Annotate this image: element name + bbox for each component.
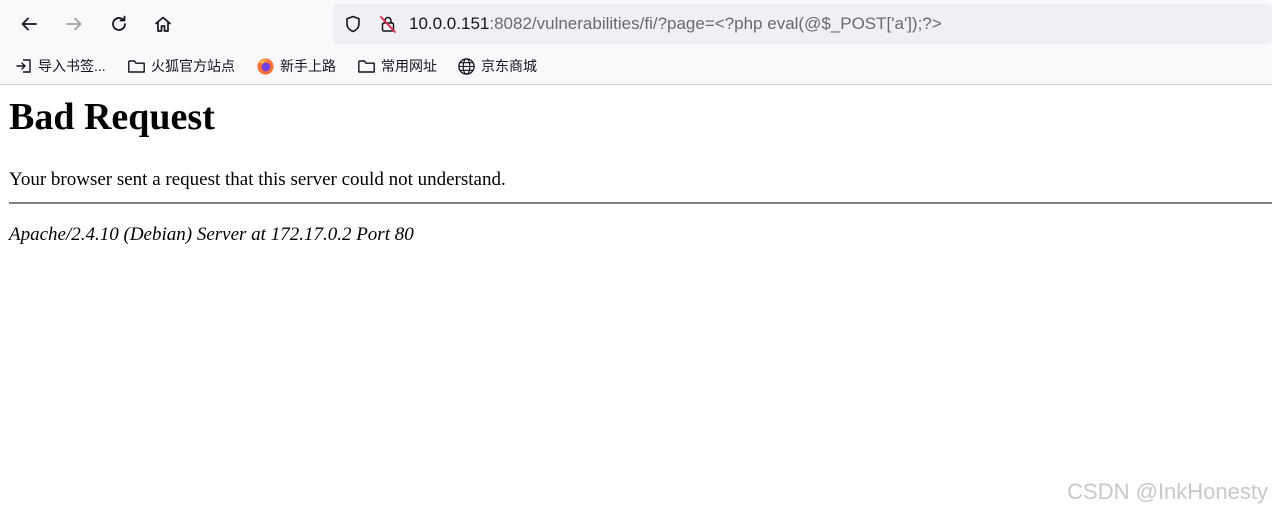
divider [9,202,1272,204]
error-message: Your browser sent a request that this se… [9,169,506,190]
page-title: Bad Request [9,96,215,138]
globe-icon [458,57,475,75]
bookmark-label: 京东商城 [481,58,537,74]
bookmark-label: 火狐官方站点 [151,58,235,74]
url-path: :8082/vulnerabilities/fi/?page=<?php eva… [489,14,942,33]
home-icon [155,16,171,32]
bookmark-firefox-site[interactable]: 火狐官方站点 [127,48,235,84]
bookmark-label: 导入书签... [38,58,106,74]
server-signature: Apache/2.4.10 (Debian) Server at 172.17.… [9,224,414,245]
arrow-left-icon [21,17,37,31]
url-host: 10.0.0.151 [409,14,490,33]
arrow-right-icon [66,17,82,31]
back-button[interactable] [13,8,45,40]
bookmark-getting-started[interactable]: 新手上路 [256,48,336,84]
forward-button[interactable] [58,8,90,40]
bookmark-import[interactable]: 导入书签... [15,48,106,84]
browser-toolbar: 10.0.0.151:8082/vulnerabilities/fi/?page… [0,0,1272,48]
folder-icon [358,60,375,73]
bookmark-common-sites[interactable]: 常用网址 [357,48,437,84]
bookmark-label: 常用网址 [381,58,437,74]
home-button[interactable] [147,8,179,40]
folder-icon [128,60,145,73]
bookmarks-toolbar: 导入书签... 火狐官方站点 新手上路 常用网址 京东商城 [0,48,1272,85]
url-text[interactable]: 10.0.0.151:8082/vulnerabilities/fi/?page… [409,4,942,44]
shield-icon[interactable] [343,14,363,34]
import-icon [16,59,31,73]
bookmark-jd[interactable]: 京东商城 [457,48,537,84]
address-bar[interactable]: 10.0.0.151:8082/vulnerabilities/fi/?page… [333,4,1272,44]
reload-button[interactable] [103,8,135,40]
bookmark-label: 新手上路 [280,58,336,74]
insecure-lock-icon[interactable] [378,14,398,34]
reload-icon [112,15,126,31]
watermark: CSDN @InkHonesty [1067,479,1268,504]
firefox-icon [257,57,274,75]
